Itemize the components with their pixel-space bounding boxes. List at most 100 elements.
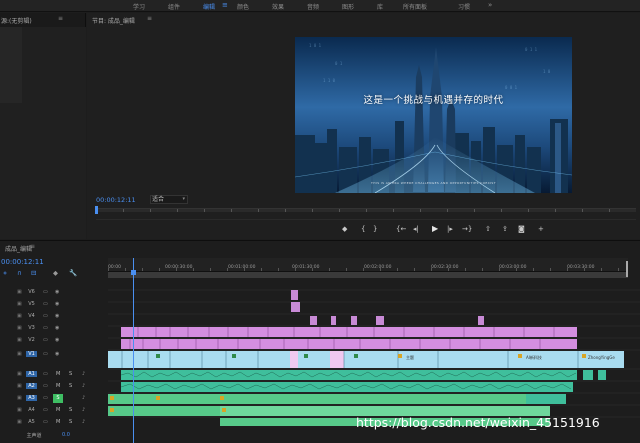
microphone-icon[interactable]: ♪ bbox=[82, 395, 85, 401]
track-name[interactable]: V5 bbox=[26, 301, 37, 307]
track-name[interactable]: A2 bbox=[26, 383, 37, 389]
sync-lock-icon[interactable]: ▭ bbox=[43, 371, 48, 377]
sync-lock-icon[interactable]: ▭ bbox=[43, 395, 48, 401]
track-name[interactable]: A3 bbox=[26, 395, 37, 401]
sync-lock-icon[interactable]: ▭ bbox=[43, 383, 48, 389]
track-name[interactable]: V2 bbox=[26, 337, 37, 343]
program-time-ruler[interactable] bbox=[96, 208, 636, 212]
workspace-tab-assembly[interactable]: 组件 bbox=[168, 2, 180, 11]
wrench-icon[interactable]: 🔧 bbox=[69, 269, 77, 277]
ruler-tick bbox=[295, 268, 296, 271]
mute-button[interactable]: M bbox=[56, 371, 60, 377]
workspace-overflow-icon[interactable]: » bbox=[488, 1, 492, 9]
lock-icon[interactable]: ▣ bbox=[17, 395, 22, 401]
step-back-button[interactable]: ◂| bbox=[413, 225, 419, 233]
lock-icon[interactable]: ▣ bbox=[17, 419, 22, 425]
workspace-tab-all-panels[interactable]: 所有面板 bbox=[403, 2, 427, 11]
track-name[interactable]: V3 bbox=[26, 325, 37, 331]
master-volume-value[interactable]: 0.0 bbox=[62, 432, 70, 438]
eye-icon[interactable]: ◉ bbox=[55, 351, 59, 357]
mark-in-button[interactable]: { bbox=[361, 225, 365, 233]
add-marker-button[interactable]: ◆ bbox=[342, 225, 347, 233]
timeline-ruler[interactable]: 00:00 00:00:30:00 00:01:00:00 00:01:30:0… bbox=[108, 258, 628, 272]
workspace-menu-icon[interactable]: ≡ bbox=[222, 1, 228, 9]
workspace-tab-graphics[interactable]: 图形 bbox=[342, 2, 354, 11]
ruler-tick bbox=[227, 268, 228, 271]
lift-button[interactable]: ⇧ bbox=[485, 225, 491, 233]
program-timecode[interactable]: 00:00:12:11 bbox=[96, 196, 136, 204]
program-panel-menu-icon[interactable]: ≡ bbox=[147, 15, 152, 22]
microphone-icon[interactable]: ♪ bbox=[82, 419, 85, 425]
fit-dropdown[interactable]: 适合 ▾ bbox=[150, 195, 188, 204]
lock-icon[interactable]: ▣ bbox=[17, 383, 22, 389]
go-to-out-button[interactable]: →} bbox=[462, 225, 472, 233]
sync-lock-icon[interactable]: ▭ bbox=[43, 419, 48, 425]
timeline-playhead[interactable] bbox=[133, 258, 134, 443]
export-frame-button[interactable]: ◙ bbox=[518, 225, 525, 233]
workspace-tab-effects[interactable]: 效果 bbox=[272, 2, 284, 11]
program-zoom-bar[interactable] bbox=[96, 219, 636, 220]
film-icon[interactable]: ▭ bbox=[43, 325, 48, 331]
track-name[interactable]: A5 bbox=[26, 419, 37, 425]
lock-icon[interactable]: ▣ bbox=[17, 301, 22, 307]
lock-icon[interactable]: ▣ bbox=[17, 313, 22, 319]
eye-icon[interactable]: ◉ bbox=[55, 325, 59, 331]
snap-icon[interactable]: ∩ bbox=[17, 269, 22, 277]
lock-icon[interactable]: ▣ bbox=[17, 371, 22, 377]
eye-icon[interactable]: ◉ bbox=[55, 289, 59, 295]
step-forward-button[interactable]: |▸ bbox=[447, 225, 453, 233]
film-icon[interactable]: ▭ bbox=[43, 301, 48, 307]
mark-out-button[interactable]: } bbox=[373, 225, 377, 233]
source-panel-title[interactable]: 源:(无剪辑) bbox=[1, 16, 32, 25]
solo-button[interactable]: S bbox=[69, 419, 72, 425]
solo-button[interactable]: S bbox=[69, 407, 72, 413]
workspace-tab-editing[interactable]: 编辑 bbox=[203, 2, 216, 14]
film-icon[interactable]: ▭ bbox=[43, 337, 48, 343]
track-name[interactable]: A1 bbox=[26, 371, 37, 377]
microphone-icon[interactable]: ♪ bbox=[82, 407, 85, 413]
go-to-in-button[interactable]: {← bbox=[396, 225, 406, 233]
add-marker-icon[interactable]: ◆ bbox=[53, 269, 58, 277]
track-name[interactable]: A4 bbox=[26, 407, 37, 413]
workspace-tab-custom[interactable]: 习惯 bbox=[458, 2, 470, 11]
extract-button[interactable]: ⇪ bbox=[502, 225, 508, 233]
lock-icon[interactable]: ▣ bbox=[17, 325, 22, 331]
nest-toggle-icon[interactable]: ⋄ bbox=[3, 269, 7, 277]
timeline-timecode[interactable]: 00:00:12:11 bbox=[1, 258, 44, 266]
linked-selection-icon[interactable]: ⊟ bbox=[31, 269, 36, 277]
workspace-tab-audio[interactable]: 音频 bbox=[307, 2, 319, 11]
solo-button[interactable]: S bbox=[69, 371, 72, 377]
eye-icon[interactable]: ◉ bbox=[55, 337, 59, 343]
workspace-tab-learn[interactable]: 学习 bbox=[133, 2, 145, 11]
film-icon[interactable]: ▭ bbox=[43, 313, 48, 319]
program-panel-title[interactable]: 节目: 成品_编辑 bbox=[92, 16, 135, 25]
lock-icon[interactable]: ▣ bbox=[17, 289, 22, 295]
lock-icon[interactable]: ▣ bbox=[17, 351, 22, 357]
microphone-icon[interactable]: ♪ bbox=[82, 371, 85, 377]
eye-icon[interactable]: ◉ bbox=[55, 301, 59, 307]
mute-button[interactable]: M bbox=[56, 383, 60, 389]
workspace-tab-libraries[interactable]: 库 bbox=[377, 2, 383, 11]
workspace-tab-color[interactable]: 颜色 bbox=[237, 2, 249, 11]
microphone-icon[interactable]: ♪ bbox=[82, 383, 85, 389]
ruler-tick bbox=[431, 268, 432, 271]
mute-button[interactable]: M bbox=[56, 407, 60, 413]
source-panel-menu-icon[interactable]: ≡ bbox=[58, 15, 63, 22]
solo-active-button[interactable]: S bbox=[53, 394, 63, 403]
lock-icon[interactable]: ▣ bbox=[17, 407, 22, 413]
button-editor-button[interactable]: + bbox=[538, 225, 544, 233]
track-name[interactable]: V1 bbox=[26, 351, 37, 357]
play-button[interactable]: ▶ bbox=[432, 225, 438, 233]
track-name[interactable]: V6 bbox=[26, 289, 37, 295]
sync-lock-icon[interactable]: ▭ bbox=[43, 407, 48, 413]
program-playhead[interactable] bbox=[95, 206, 98, 214]
mute-button[interactable]: M bbox=[56, 419, 60, 425]
timeline-menu-icon[interactable]: ≡ bbox=[30, 243, 35, 250]
film-icon[interactable]: ▭ bbox=[43, 351, 48, 357]
eye-icon[interactable]: ◉ bbox=[55, 313, 59, 319]
film-icon[interactable]: ▭ bbox=[43, 289, 48, 295]
timeline-sequence-tab[interactable]: 成品_编辑 bbox=[5, 244, 32, 253]
track-name[interactable]: V4 bbox=[26, 313, 37, 319]
solo-button[interactable]: S bbox=[69, 383, 72, 389]
lock-icon[interactable]: ▣ bbox=[17, 337, 22, 343]
